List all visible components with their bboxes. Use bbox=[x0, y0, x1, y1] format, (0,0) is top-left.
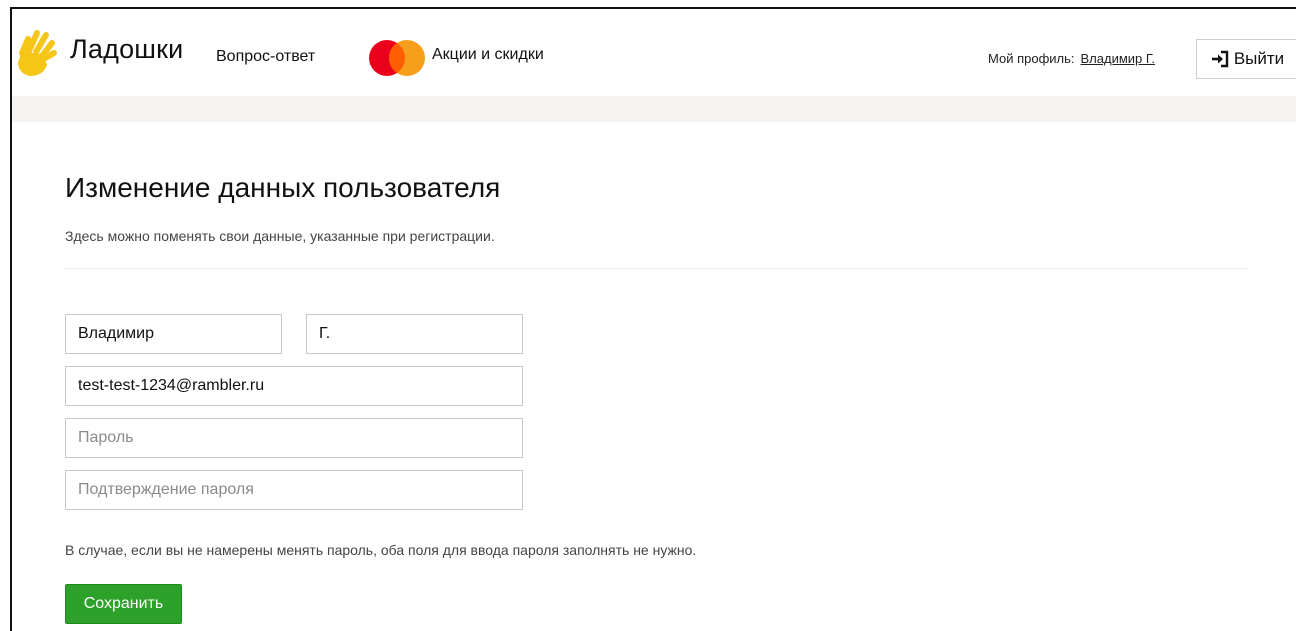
profile-link[interactable]: Владимир Г. bbox=[1081, 51, 1155, 66]
divider bbox=[65, 268, 1249, 269]
logout-label: Выйти bbox=[1233, 49, 1285, 68]
password-note: В случае, если вы не намерены менять пар… bbox=[65, 542, 697, 558]
profile-label: Мой профиль: bbox=[988, 51, 1075, 66]
site-header: Ладошки Вопрос-ответ Акции и скидки Мой … bbox=[12, 9, 1296, 96]
password-confirm-input[interactable] bbox=[65, 470, 523, 510]
logout-button[interactable]: Выйти bbox=[1196, 39, 1296, 79]
last-name-input[interactable] bbox=[306, 314, 523, 354]
profile-info: Мой профиль: Владимир Г. bbox=[988, 51, 1155, 66]
hand-icon bbox=[17, 30, 57, 77]
site-logo[interactable]: Ладошки bbox=[16, 27, 183, 79]
page-subtitle: Здесь можно поменять свои данные, указан… bbox=[65, 228, 495, 244]
nav-promo-label: Акции и скидки bbox=[432, 46, 544, 63]
logo-text: Ладошки bbox=[70, 33, 184, 64]
password-input[interactable] bbox=[65, 418, 523, 458]
mastercard-icon bbox=[369, 40, 425, 76]
sign-in-arrow-icon bbox=[1211, 50, 1229, 68]
page-frame: Ладошки Вопрос-ответ Акции и скидки Мой … bbox=[10, 7, 1296, 631]
page-title: Изменение данных пользователя bbox=[65, 172, 501, 203]
save-button[interactable]: Сохранить bbox=[65, 584, 182, 624]
nav-link-qa[interactable]: Вопрос-ответ bbox=[216, 48, 315, 66]
header-band bbox=[12, 96, 1296, 122]
email-input[interactable] bbox=[65, 366, 523, 406]
nav-link-promo[interactable]: Акции и скидки bbox=[364, 38, 544, 78]
first-name-input[interactable] bbox=[65, 314, 282, 354]
